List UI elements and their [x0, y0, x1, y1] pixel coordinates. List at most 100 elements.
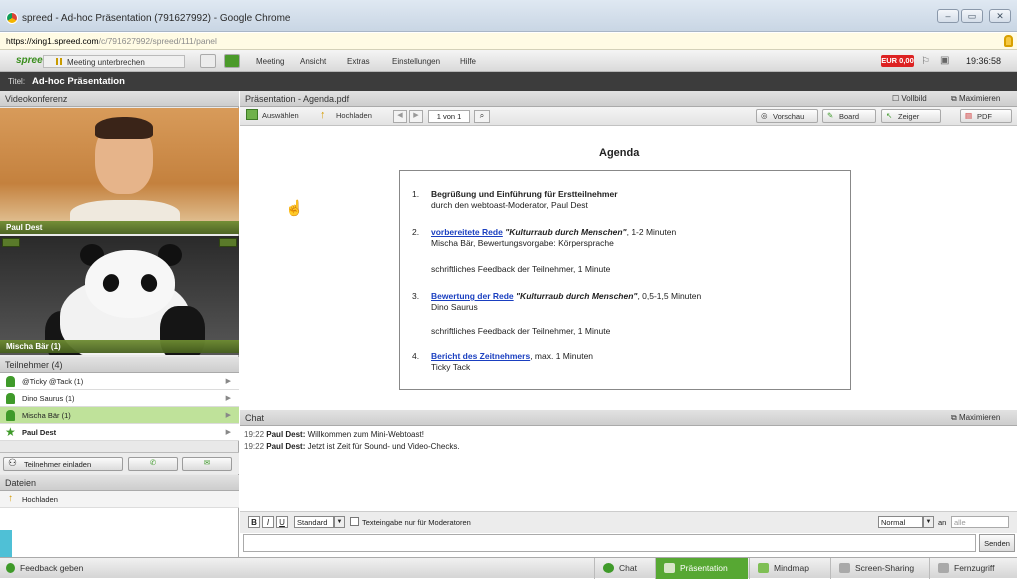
person-icon[interactable]	[200, 54, 216, 68]
chat-input[interactable]	[243, 534, 976, 552]
expand-arrow-icon[interactable]: ▶	[226, 377, 231, 385]
underline-button[interactable]: U	[276, 516, 288, 528]
pen-icon[interactable]	[224, 54, 240, 68]
chevron-down-icon[interactable]: ▼	[923, 516, 934, 528]
style-select[interactable]: Standard	[294, 516, 334, 528]
address-bar[interactable]: https://xing1.spreed.com/c/791627992/spr…	[0, 33, 1017, 50]
select-button[interactable]: Auswählen	[246, 109, 299, 120]
participant-row[interactable]: ★ Paul Dest ▶	[0, 424, 239, 441]
resize-icon[interactable]	[219, 238, 237, 247]
video1-name: Paul Dest	[0, 221, 239, 234]
chat-message: 19:22 Paul Dest: Jetzt ist Zeit für Soun…	[244, 442, 460, 451]
menu-einstellungen[interactable]: Einstellungen	[392, 57, 440, 66]
maximize-chat-button[interactable]: ⧉ Maximieren	[951, 413, 1000, 423]
agenda-link-speech-review[interactable]: Bewertung der Rede	[431, 291, 514, 301]
send-button[interactable]: Senden	[979, 534, 1015, 552]
tab-presentation[interactable]: Präsentation	[655, 558, 748, 579]
pause-meeting-button[interactable]: Meeting unterbrechen	[43, 55, 185, 68]
balance-badge[interactable]: EUR 0,00	[881, 55, 914, 67]
image-icon	[246, 109, 258, 120]
chat-message: 19:22 Paul Dest: Willkommen zum Mini-Web…	[244, 430, 424, 439]
participant-row[interactable]: @Ticky @Tack (1) ▶	[0, 373, 239, 390]
browser-titlebar: spreed - Ad-hoc Präsentation (791627992)…	[0, 0, 1017, 32]
priority-select[interactable]: Normal	[878, 516, 923, 528]
maximize-presentation-button[interactable]: ⧉ Maximieren	[951, 94, 1000, 104]
remote-access-icon	[938, 563, 949, 573]
menu-meeting[interactable]: Meeting	[256, 57, 284, 66]
video2-name: Mischa Bär (1)	[0, 340, 239, 353]
feedback-icon	[6, 563, 15, 573]
expand-arrow-icon[interactable]: ▶	[226, 428, 231, 436]
tab-remote-access[interactable]: Fernzugriff	[929, 558, 1017, 579]
files-header: Dateien	[0, 475, 239, 491]
upload-file-button[interactable]: ↑ Hochladen	[0, 491, 239, 508]
tab-screen-sharing[interactable]: Screen-Sharing	[830, 558, 928, 579]
chat-icon	[603, 563, 614, 573]
pdf-button[interactable]: ▤ PDF	[960, 109, 1012, 123]
eye-icon: ◎	[761, 111, 768, 120]
participant-list: @Ticky @Tack (1) ▶ Dino Saurus (1) ▶ Misch…	[0, 373, 239, 441]
presentation-icon	[664, 563, 675, 573]
menu-extras[interactable]: Extras	[347, 57, 370, 66]
next-page-button[interactable]: ▶	[409, 110, 423, 123]
clock: 19:36:58	[966, 56, 1002, 66]
monitor-icon: ▣	[940, 55, 950, 66]
email-button[interactable]: ✉	[182, 457, 232, 471]
tab-mindmap[interactable]: Mindmap	[749, 558, 829, 579]
invite-participants-button[interactable]: ⚇ Teilnehmer einladen	[3, 457, 123, 471]
files-list	[0, 508, 239, 557]
upload-icon: ↑	[8, 493, 13, 504]
url-text[interactable]: https://xing1.spreed.com/c/791627992/spr…	[6, 36, 217, 46]
chevron-down-icon[interactable]: ▼	[334, 516, 345, 528]
menu-hilfe[interactable]: Hilfe	[460, 57, 476, 66]
video-paul-dest[interactable]: Paul Dest	[0, 108, 239, 234]
pointer-button[interactable]: ↖ Zeiger	[881, 109, 941, 123]
video-mischa-baer[interactable]: Mischa Bär (1)	[0, 236, 239, 355]
preview-button[interactable]: ◎ Vorschau	[756, 109, 818, 123]
bottom-bar: Feedback geben Chat Präsentation Mindmap…	[0, 557, 1017, 579]
participant-row[interactable]: Mischa Bär (1) ▶	[0, 407, 239, 424]
agenda-link-prepared-speech[interactable]: vorbereitete Rede	[431, 227, 503, 237]
agenda-link-timekeeper-report[interactable]: Bericht des Zeitnehmers	[431, 351, 530, 361]
window-title: spreed - Ad-hoc Präsentation (791627992)…	[22, 13, 291, 24]
expand-arrow-icon[interactable]: ▶	[226, 394, 231, 402]
presentation-toolbar: Auswählen ↑ Hochladen ◀ ▶ 1 von 1 ⌕ ◎ Vors…	[240, 107, 1017, 126]
pause-icon	[56, 58, 62, 65]
agenda-box: 1. Begrüßung und Einführung für Erstteil…	[399, 170, 851, 390]
user-icon	[6, 410, 15, 421]
phone-button[interactable]: ✆	[128, 457, 178, 471]
restore-button[interactable]: ▭	[961, 9, 983, 23]
tab-chat[interactable]: Chat	[594, 558, 654, 579]
close-button[interactable]: ✕	[989, 9, 1011, 23]
prev-page-button[interactable]: ◀	[393, 110, 407, 123]
accent-strip	[0, 530, 12, 557]
recipient-select[interactable]: alle	[951, 516, 1009, 528]
mindmap-icon	[758, 563, 769, 573]
zoom-icon[interactable]: ⌕	[474, 110, 490, 123]
participant-row[interactable]: Dino Saurus (1) ▶	[0, 390, 239, 407]
chrome-icon	[6, 12, 18, 24]
chat-format-toolbar: B I U Standard ▼ Texteingabe nur für Mod…	[240, 511, 1017, 533]
presentation-header: Präsentation - Agenda.pdf ☐ Vollbild ⧉ M…	[240, 91, 1017, 107]
pointer-icon: ↖	[886, 111, 893, 120]
video-panel-header: Videokonferenz	[0, 91, 239, 107]
app-menubar: spreed Meeting unterbrechen Meeting Ansi…	[0, 50, 1017, 72]
participants-header: Teilnehmer (4)	[0, 357, 239, 373]
italic-button[interactable]: I	[262, 516, 274, 528]
bold-button[interactable]: B	[248, 516, 260, 528]
minimize-button[interactable]: –	[937, 9, 959, 23]
board-button[interactable]: ✎ Board	[822, 109, 876, 123]
feedback-button[interactable]: Feedback geben	[6, 563, 83, 573]
expand-arrow-icon[interactable]: ▶	[226, 411, 231, 419]
moderators-only-checkbox[interactable]	[350, 517, 359, 526]
lock-icon	[1004, 35, 1013, 47]
audio-icon[interactable]	[2, 238, 20, 247]
upload-presentation-button[interactable]: ↑ Hochladen	[320, 109, 372, 121]
menu-ansicht[interactable]: Ansicht	[300, 57, 326, 66]
chat-header: Chat ⧉ Maximieren	[240, 410, 1017, 426]
upload-icon: ↑	[320, 109, 326, 121]
page-indicator[interactable]: 1 von 1	[428, 110, 470, 123]
agenda-title: Agenda	[599, 147, 640, 159]
fullscreen-toggle[interactable]: ☐ Vollbild	[892, 94, 927, 103]
title-label: Titel:	[8, 77, 26, 86]
